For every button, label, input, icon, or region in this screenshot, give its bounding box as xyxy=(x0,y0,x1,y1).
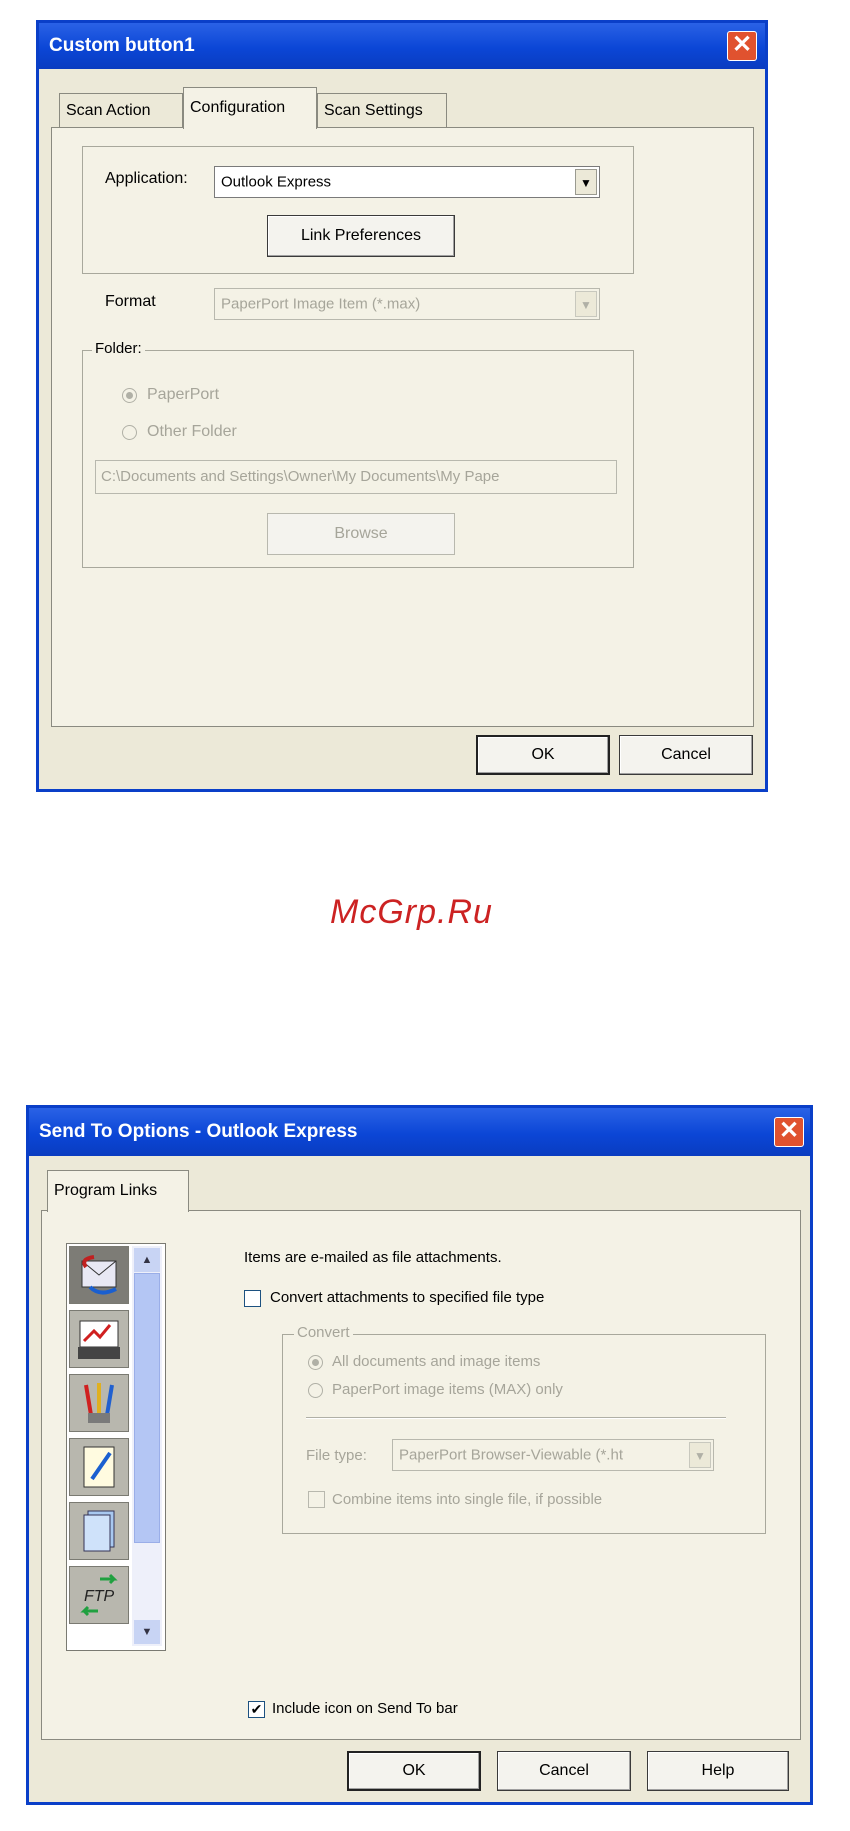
configuration-panel: Application: Outlook Express ▼ Link Pref… xyxy=(51,127,754,727)
cancel-button[interactable]: Cancel xyxy=(619,735,753,775)
chevron-down-icon[interactable]: ▼ xyxy=(689,1442,711,1468)
notepad-icon xyxy=(83,1446,115,1488)
scrollbar-thumb[interactable] xyxy=(134,1273,160,1543)
tab-program-links[interactable]: Program Links xyxy=(47,1170,189,1212)
email-icon xyxy=(81,1255,117,1295)
dialog-title: Send To Options - Outlook Express xyxy=(39,1121,358,1142)
program-item-notepad[interactable] xyxy=(69,1438,129,1496)
title-bar[interactable]: Send To Options - Outlook Express ✕ xyxy=(29,1108,810,1156)
cancel-button[interactable]: Cancel xyxy=(497,1751,631,1791)
radio-other-folder-label: Other Folder xyxy=(147,423,237,440)
radio-all-documents[interactable] xyxy=(308,1355,323,1370)
help-button[interactable]: Help xyxy=(647,1751,789,1791)
format-select[interactable]: PaperPort Image Item (*.max) ▼ xyxy=(214,288,600,320)
document-icon xyxy=(83,1510,115,1552)
fax-icon xyxy=(78,1320,120,1359)
include-icon-checkbox[interactable]: ✔ xyxy=(248,1701,265,1718)
title-bar[interactable]: Custom button1 ✕ xyxy=(39,23,765,69)
radio-max-only[interactable] xyxy=(308,1383,323,1398)
tab-scan-settings[interactable]: Scan Settings xyxy=(317,93,447,127)
radio-all-documents-label: All documents and image items xyxy=(332,1353,541,1370)
combine-items-label: Combine items into single file, if possi… xyxy=(332,1491,603,1508)
browse-button[interactable]: Browse xyxy=(267,513,455,555)
format-value: PaperPort Image Item (*.max) xyxy=(221,295,421,313)
program-item-paint[interactable] xyxy=(69,1374,129,1432)
file-type-select[interactable]: PaperPort Browser-Viewable (*.ht ▼ xyxy=(392,1439,714,1471)
file-type-label: File type: xyxy=(306,1447,367,1464)
ftp-icon: FTP xyxy=(80,1573,118,1617)
program-item-document[interactable] xyxy=(69,1502,129,1560)
convert-attachments-checkbox[interactable] xyxy=(244,1290,261,1307)
ftp-label: FTP xyxy=(84,1588,115,1605)
custom-button-dialog: Custom button1 ✕ Scan Action Configurati… xyxy=(36,20,768,792)
application-label: Application: xyxy=(105,170,188,187)
scroll-up-button[interactable]: ▲ xyxy=(134,1248,160,1272)
folder-path-input[interactable]: C:\Documents and Settings\Owner\My Docum… xyxy=(95,460,617,494)
program-item-email[interactable] xyxy=(69,1246,129,1304)
file-type-value: PaperPort Browser-Viewable (*.ht xyxy=(399,1446,623,1464)
folder-label: Folder: xyxy=(92,340,145,357)
convert-group-label: Convert xyxy=(294,1324,353,1341)
chevron-down-icon[interactable]: ▼ xyxy=(575,291,597,317)
radio-other-folder[interactable] xyxy=(122,425,137,440)
radio-max-only-label: PaperPort image items (MAX) only xyxy=(332,1381,563,1398)
watermark-text: McGrp.Ru xyxy=(330,893,493,931)
combine-items-checkbox[interactable] xyxy=(308,1491,325,1508)
convert-attachments-label: Convert attachments to specified file ty… xyxy=(270,1289,545,1306)
tab-configuration[interactable]: Configuration xyxy=(183,87,317,129)
format-label: Format xyxy=(105,293,156,310)
info-text: Items are e-mailed as file attachments. xyxy=(244,1249,502,1266)
radio-paperport[interactable] xyxy=(122,388,137,403)
dialog-title: Custom button1 xyxy=(49,35,195,56)
application-select[interactable]: Outlook Express ▼ xyxy=(214,166,600,198)
program-item-ftp[interactable]: FTP xyxy=(69,1566,129,1624)
application-value: Outlook Express xyxy=(221,173,332,191)
chevron-down-icon[interactable]: ▼ xyxy=(575,169,597,195)
paint-icon xyxy=(84,1383,114,1423)
program-item-fax[interactable] xyxy=(69,1310,129,1368)
send-to-options-dialog: Send To Options - Outlook Express ✕ Prog… xyxy=(26,1105,813,1805)
convert-separator xyxy=(306,1417,726,1419)
tab-scan-action[interactable]: Scan Action xyxy=(59,93,183,127)
ok-button[interactable]: OK xyxy=(476,735,610,775)
radio-paperport-label: PaperPort xyxy=(147,386,220,403)
program-links-panel: FTP ▲ ▼ Items are e-mailed as file attac… xyxy=(41,1210,801,1740)
include-icon-label: Include icon on Send To bar xyxy=(272,1700,458,1717)
close-icon[interactable]: ✕ xyxy=(727,31,757,61)
close-icon[interactable]: ✕ xyxy=(774,1117,804,1147)
scroll-down-button[interactable]: ▼ xyxy=(134,1620,160,1644)
link-preferences-button[interactable]: Link Preferences xyxy=(267,215,455,257)
ok-button[interactable]: OK xyxy=(347,1751,481,1791)
